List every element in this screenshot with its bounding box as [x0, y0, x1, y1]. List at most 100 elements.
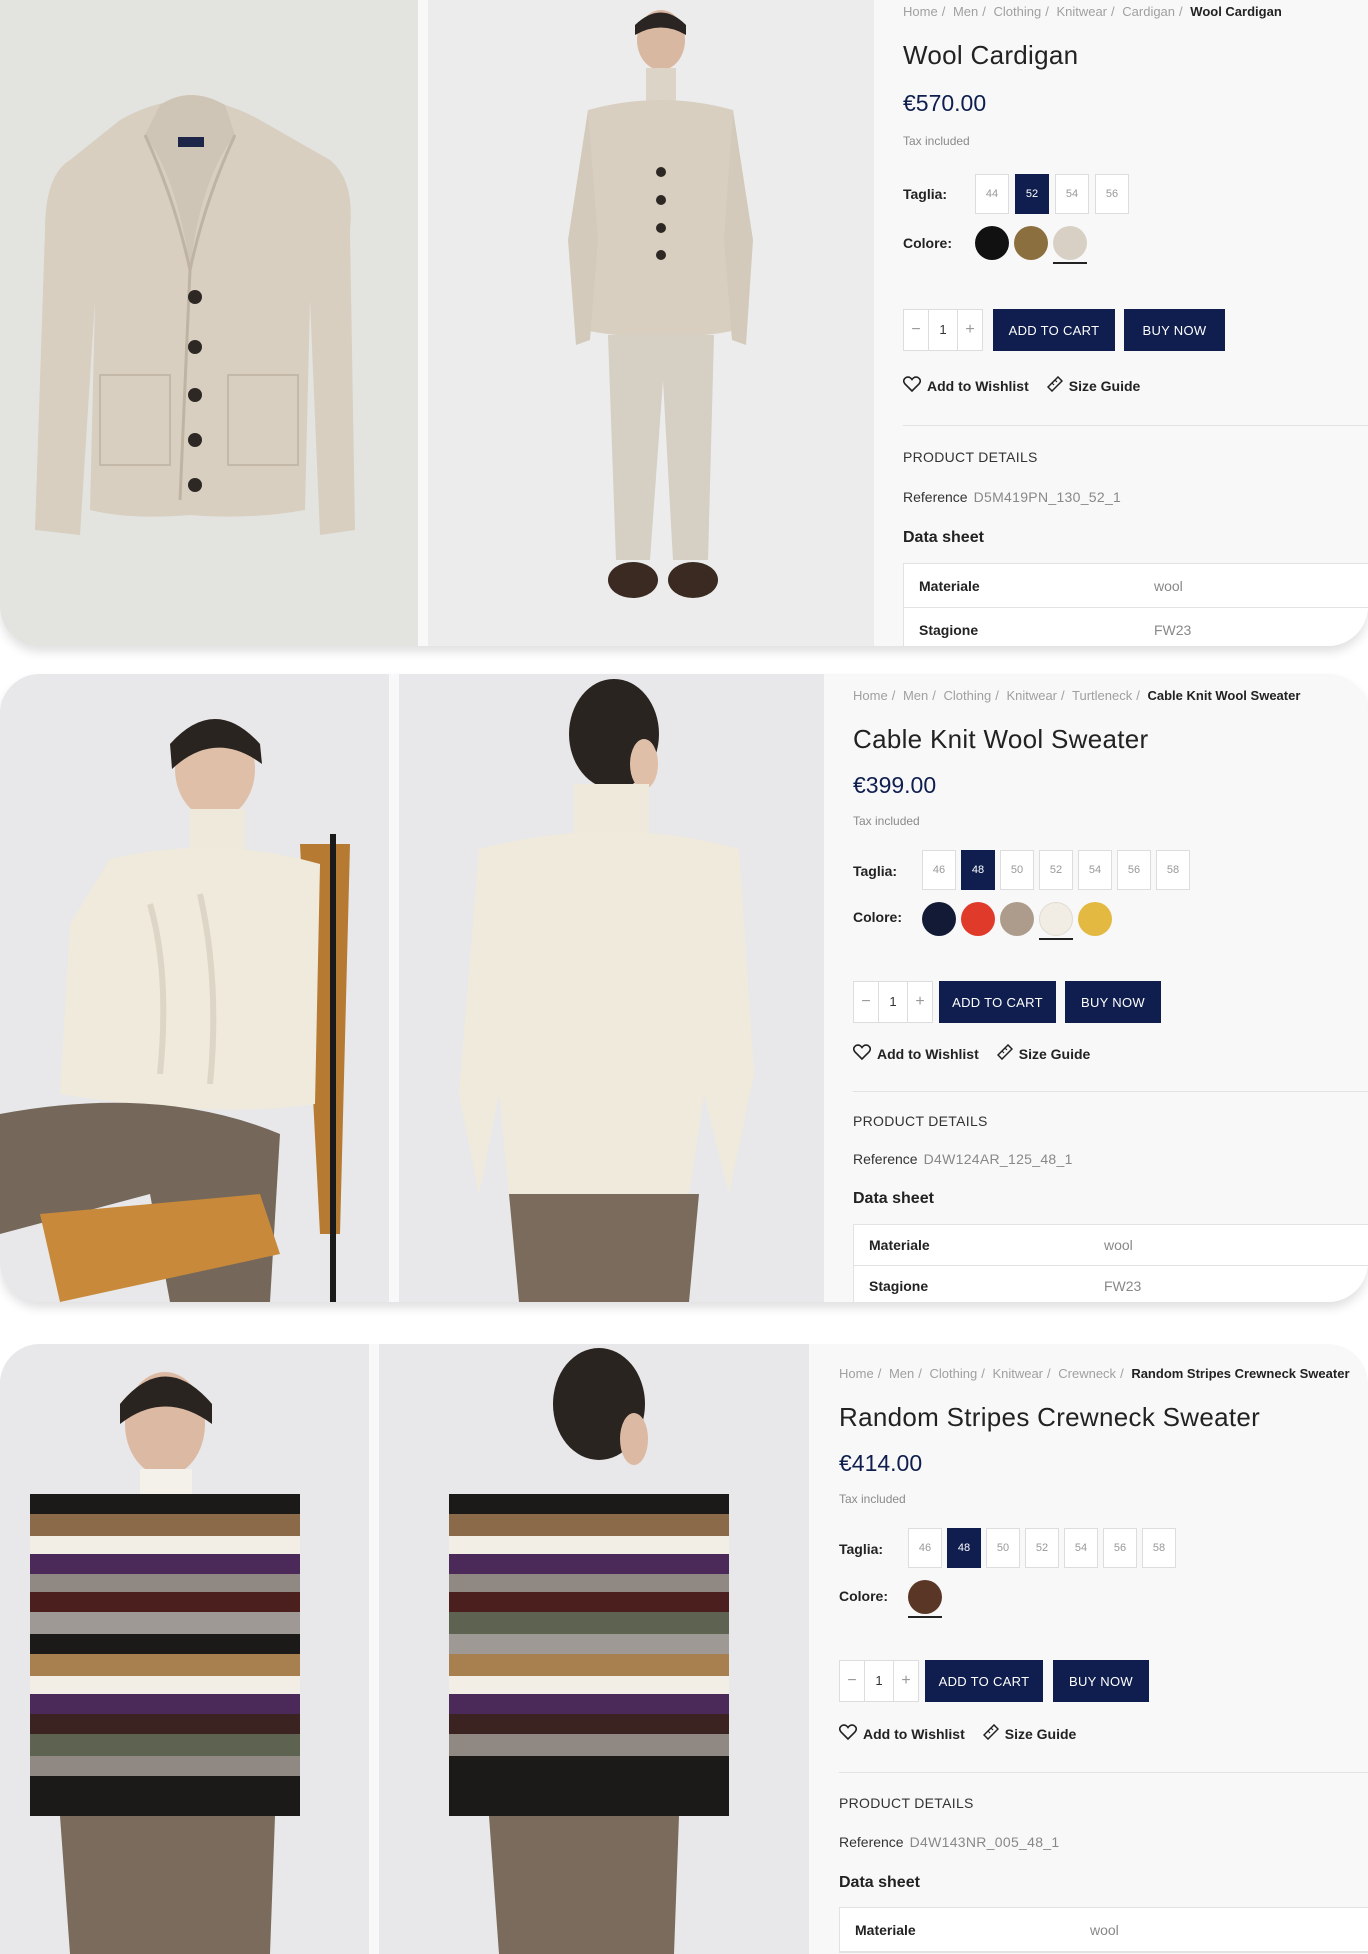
quantity-input[interactable]: 1	[878, 982, 908, 1022]
wishlist-label: Add to Wishlist	[927, 377, 1029, 394]
add-to-cart-button[interactable]: ADD TO CART	[939, 981, 1056, 1023]
add-to-wishlist-link[interactable]: Add to Wishlist	[902, 376, 1029, 395]
divider	[903, 425, 1368, 426]
size-option-selected[interactable]: 48	[961, 850, 995, 890]
color-swatch[interactable]	[1014, 224, 1048, 264]
size-guide-link[interactable]: Size Guide	[996, 1043, 1091, 1063]
quantity-decrease-button[interactable]: −	[854, 993, 878, 1011]
color-swatch-selected[interactable]	[908, 1578, 942, 1618]
breadcrumb-clothing[interactable]: Clothing	[929, 1366, 977, 1381]
add-to-wishlist-link[interactable]: Add to Wishlist	[838, 1724, 965, 1743]
reference-label: Reference	[853, 1151, 918, 1167]
data-sheet-table: Materiale wool Stagione FW23	[853, 1224, 1368, 1302]
quantity-increase-button[interactable]: +	[908, 993, 932, 1011]
size-option-selected[interactable]: 52	[1015, 174, 1049, 214]
product-image-model-front[interactable]	[428, 0, 874, 646]
size-option[interactable]: 44	[975, 174, 1009, 214]
size-option[interactable]: 56	[1095, 174, 1129, 214]
size-option[interactable]: 50	[986, 1528, 1020, 1568]
size-label: Taglia:	[853, 863, 898, 879]
breadcrumb-clothing[interactable]: Clothing	[943, 688, 991, 703]
size-option[interactable]: 52	[1025, 1528, 1059, 1568]
size-option[interactable]: 46	[908, 1528, 942, 1568]
table-cell-key: Stagione	[869, 1278, 929, 1294]
size-option[interactable]: 50	[1000, 850, 1034, 890]
table-row: Materiale wool	[840, 1908, 1368, 1952]
quantity-input[interactable]: 1	[864, 1661, 894, 1701]
add-to-cart-button[interactable]: ADD TO CART	[925, 1660, 1043, 1702]
size-option-selected[interactable]: 48	[947, 1528, 981, 1568]
wishlist-label: Add to Wishlist	[863, 1725, 965, 1742]
size-option[interactable]: 52	[1039, 850, 1073, 890]
size-option[interactable]: 46	[922, 850, 956, 890]
table-cell-key: Stagione	[919, 621, 979, 638]
buy-now-button[interactable]: BUY NOW	[1124, 309, 1225, 351]
product-details-heading: PRODUCT DETAILS	[839, 1795, 974, 1811]
data-sheet-table: Materiale wool Stagione FW23	[903, 563, 1368, 646]
size-option[interactable]: 58	[1156, 850, 1190, 890]
size-option[interactable]: 56	[1117, 850, 1151, 890]
table-cell-value: wool	[1154, 577, 1183, 594]
size-option[interactable]: 56	[1103, 1528, 1137, 1568]
breadcrumb-current: Wool Cardigan	[1190, 4, 1282, 19]
product-actions: Add to Wishlist Size Guide	[902, 375, 1141, 395]
product-title: Random Stripes Crewneck Sweater	[839, 1402, 1261, 1432]
color-swatch[interactable]	[975, 224, 1009, 264]
breadcrumb: Home / Men / Clothing / Knitwear / Cardigan /…	[903, 4, 1282, 19]
breadcrumb-knitwear[interactable]: Knitwear	[1006, 688, 1057, 703]
product-image-model-back[interactable]	[399, 674, 824, 1302]
product-info-panel: Home / Men / Clothing / Knitwear / Crewneck /…	[838, 1344, 1368, 1954]
color-swatch-selected[interactable]	[1039, 900, 1073, 940]
add-to-wishlist-link[interactable]: Add to Wishlist	[852, 1044, 979, 1063]
size-option[interactable]: 54	[1064, 1528, 1098, 1568]
product-image-flat-lay[interactable]	[0, 0, 418, 646]
size-guide-label: Size Guide	[1018, 1045, 1091, 1062]
wishlist-label: Add to Wishlist	[877, 1045, 979, 1062]
product-image-model-back[interactable]	[379, 1344, 809, 1954]
breadcrumb-home[interactable]: Home	[853, 688, 888, 703]
breadcrumb-clothing[interactable]: Clothing	[993, 4, 1041, 19]
quantity-decrease-button[interactable]: −	[840, 1672, 864, 1690]
buy-now-button[interactable]: BUY NOW	[1053, 1660, 1149, 1702]
product-title: Cable Knit Wool Sweater	[853, 724, 1149, 754]
color-swatch[interactable]	[961, 900, 995, 940]
size-guide-link[interactable]: Size Guide	[1046, 375, 1141, 395]
quantity-increase-button[interactable]: +	[894, 1672, 918, 1690]
data-sheet-heading: Data sheet	[903, 529, 984, 546]
breadcrumb-category[interactable]: Crewneck	[1058, 1366, 1116, 1381]
breadcrumb-men[interactable]: Men	[903, 688, 928, 703]
add-to-cart-button[interactable]: ADD TO CART	[993, 309, 1115, 351]
size-label: Taglia:	[839, 1541, 884, 1557]
breadcrumb-category[interactable]: Turtleneck	[1072, 688, 1132, 703]
size-guide-label: Size Guide	[1068, 377, 1141, 394]
breadcrumb-knitwear[interactable]: Knitwear	[1056, 4, 1107, 19]
reference-value: D4W124AR_125_48_1	[923, 1151, 1073, 1167]
color-swatch[interactable]	[922, 900, 956, 940]
tax-note: Tax included	[903, 134, 970, 148]
quantity-input[interactable]: 1	[928, 310, 958, 350]
product-image-model-seated[interactable]	[0, 674, 389, 1302]
table-cell-key: Materiale	[855, 1921, 916, 1938]
breadcrumb-category[interactable]: Cardigan	[1122, 4, 1175, 19]
breadcrumb-men[interactable]: Men	[889, 1366, 914, 1381]
product-card-cable-knit-sweater: Home / Men / Clothing / Knitwear / Turtlenec…	[0, 674, 1368, 1302]
breadcrumb-knitwear[interactable]: Knitwear	[992, 1366, 1043, 1381]
product-info-panel: Home / Men / Clothing / Knitwear / Turtlenec…	[852, 674, 1368, 1302]
breadcrumb-home[interactable]: Home	[903, 4, 938, 19]
product-image-model-front[interactable]	[0, 1344, 369, 1954]
quantity-increase-button[interactable]: +	[958, 321, 982, 339]
heart-icon	[902, 376, 922, 395]
size-option[interactable]: 54	[1078, 850, 1112, 890]
quantity-decrease-button[interactable]: −	[904, 321, 928, 339]
color-swatch[interactable]	[1078, 900, 1112, 940]
size-option[interactable]: 54	[1055, 174, 1089, 214]
table-cell-value: wool	[1090, 1921, 1119, 1938]
color-swatch[interactable]	[1000, 900, 1034, 940]
breadcrumb-home[interactable]: Home	[839, 1366, 874, 1381]
data-sheet-heading: Data sheet	[853, 1190, 934, 1207]
buy-now-button[interactable]: BUY NOW	[1065, 981, 1161, 1023]
breadcrumb-men[interactable]: Men	[953, 4, 978, 19]
size-option[interactable]: 58	[1142, 1528, 1176, 1568]
color-swatch-selected[interactable]	[1053, 224, 1087, 264]
size-guide-link[interactable]: Size Guide	[982, 1723, 1076, 1743]
